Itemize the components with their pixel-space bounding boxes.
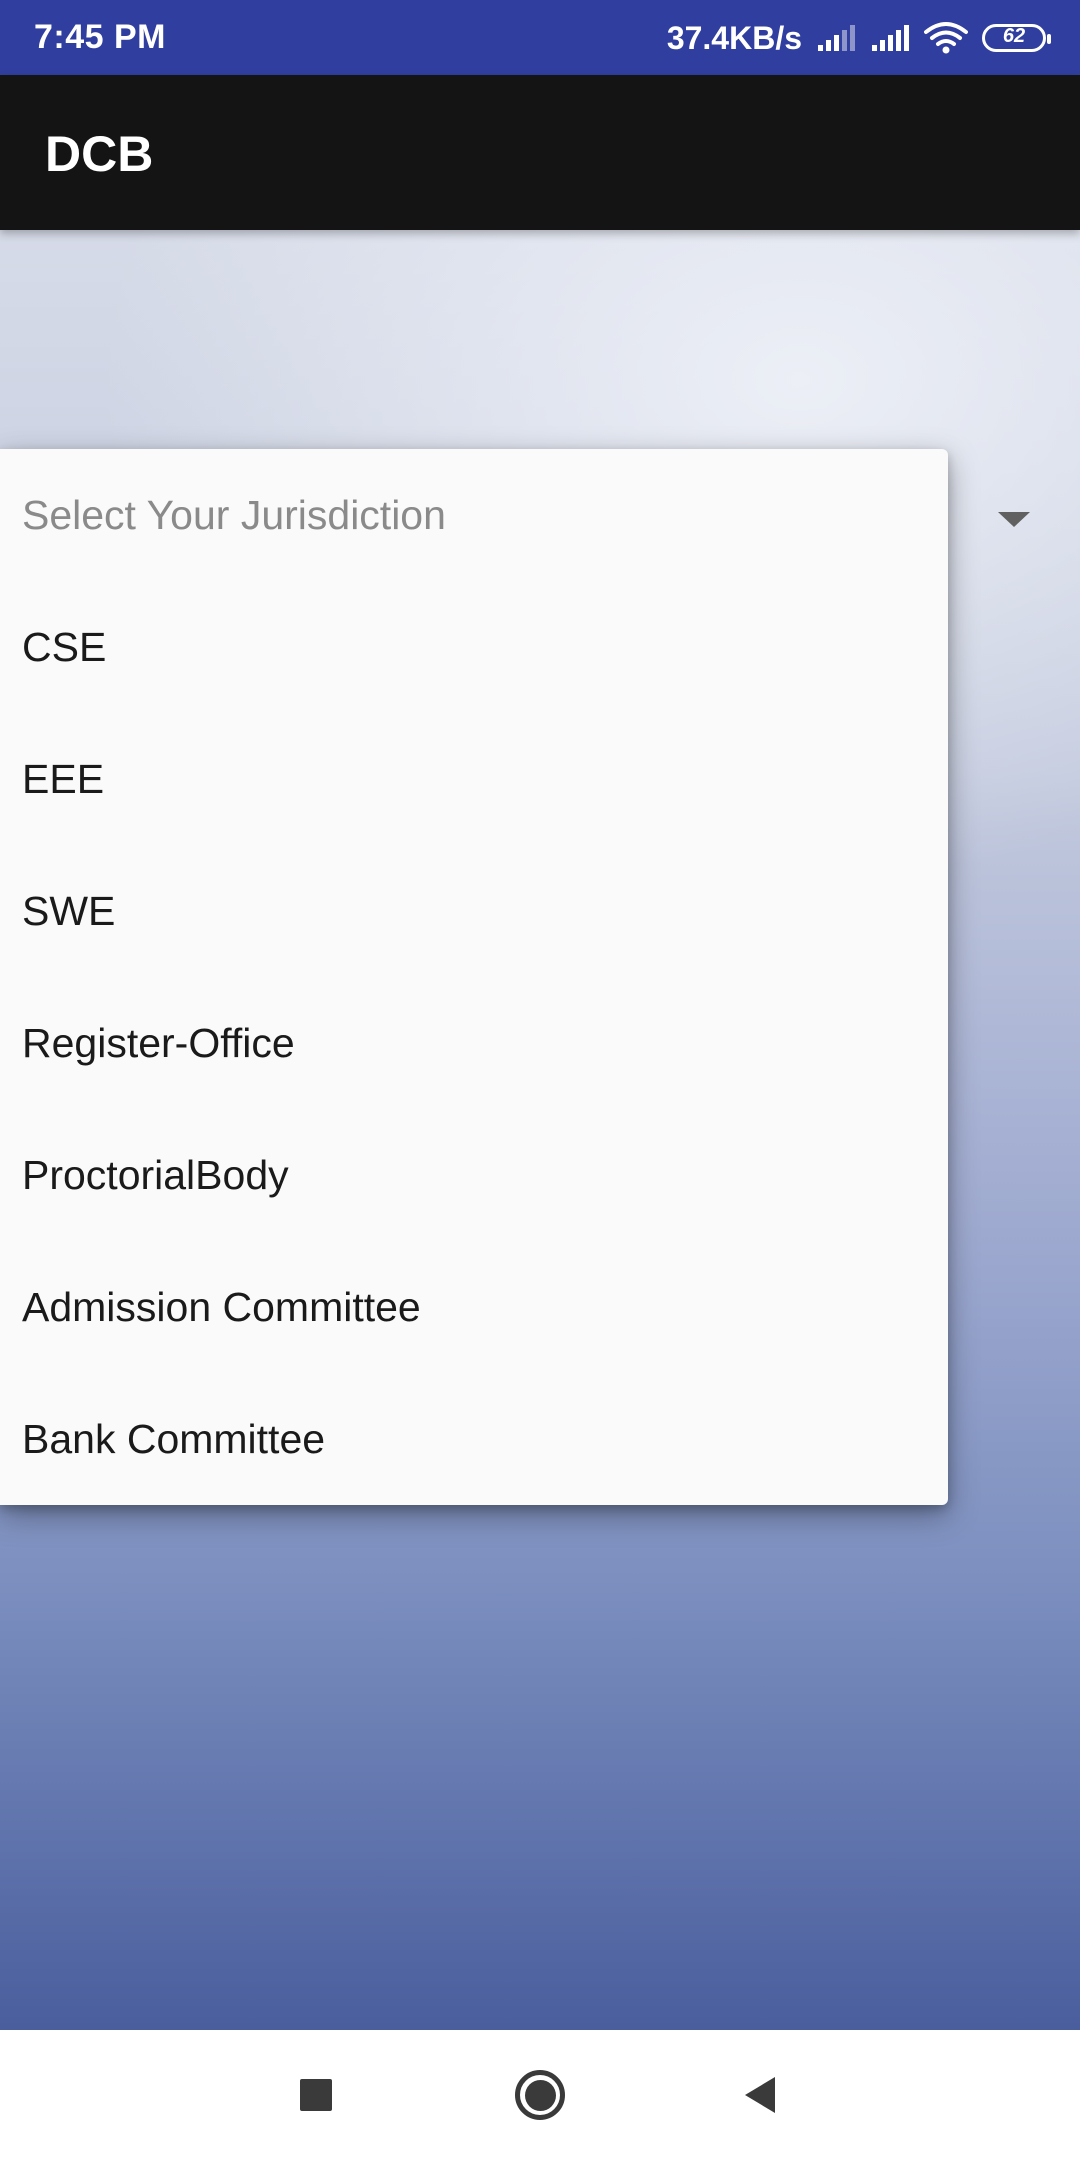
dropdown-arrow-icon[interactable] [998, 512, 1030, 527]
battery-icon: 62 [982, 24, 1051, 52]
signal-icon [816, 23, 856, 53]
recents-icon [300, 2079, 332, 2111]
back-icon [745, 2077, 775, 2113]
home-icon [515, 2070, 565, 2120]
home-button[interactable] [505, 2060, 575, 2130]
jurisdiction-dropdown: Select Your Jurisdiction CSE EEE SWE Reg… [0, 449, 948, 1505]
status-time: 7:45 PM [34, 18, 166, 56]
status-bar: 7:45 PM 37.4KB/s 62 [0, 0, 1080, 75]
dropdown-option-swe[interactable]: SWE [0, 845, 948, 977]
app-title: DCB [45, 126, 154, 182]
dropdown-option-proctorial-body[interactable]: ProctorialBody [0, 1109, 948, 1241]
dropdown-placeholder-option[interactable]: Select Your Jurisdiction [0, 449, 948, 581]
signal-icon [870, 23, 910, 53]
dropdown-option-admission-committee[interactable]: Admission Committee [0, 1241, 948, 1373]
dropdown-option-eee[interactable]: EEE [0, 713, 948, 845]
dropdown-option-bank-committee[interactable]: Bank Committee [0, 1373, 948, 1505]
network-speed: 37.4KB/s [666, 19, 802, 56]
app-bar: DCB [0, 75, 1080, 230]
navigation-bar [0, 2030, 1080, 2160]
dropdown-option-register-office[interactable]: Register-Office [0, 977, 948, 1109]
status-icons: 37.4KB/s 62 [666, 14, 1051, 62]
battery-level: 62 [1002, 25, 1026, 47]
back-button[interactable] [725, 2060, 795, 2130]
recents-button[interactable] [281, 2060, 351, 2130]
dropdown-option-cse[interactable]: CSE [0, 581, 948, 713]
wifi-icon [924, 21, 968, 55]
